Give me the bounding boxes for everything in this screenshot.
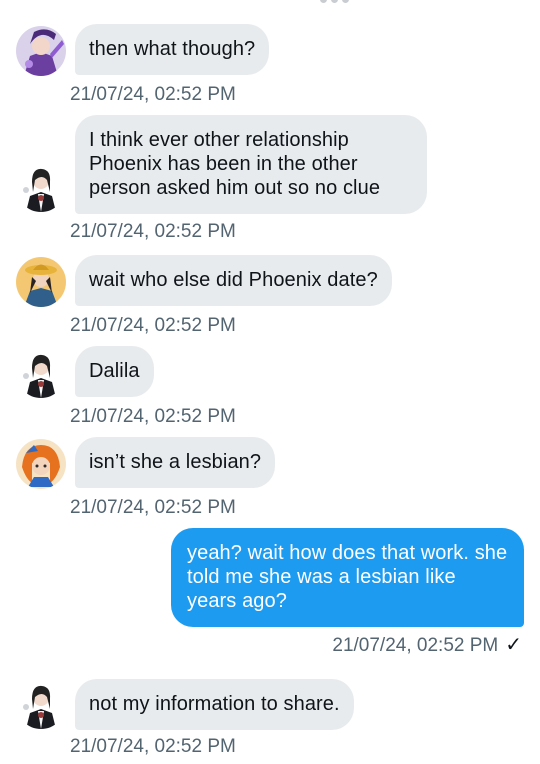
message-timestamp: 21/07/24, 02:52 PM [70, 406, 236, 427]
dark-haired-character-avatar[interactable] [16, 679, 66, 729]
dark-haired-character-avatar[interactable] [16, 162, 66, 212]
timestamp-text: 21/07/24, 02:52 PM [332, 635, 499, 656]
dark-haired-character-avatar[interactable] [16, 348, 66, 398]
message-bubble[interactable]: not my information to share. [75, 679, 354, 730]
message-timestamp: 21/07/24, 02:52 PM [70, 221, 236, 242]
message-timestamp: 21/07/24, 02:52 PM ✓ [332, 632, 522, 657]
message-bubble[interactable]: I think ever other relationship Phoenix … [75, 115, 427, 214]
cropped-previous-item [0, 0, 540, 6]
message-timestamp: 21/07/24, 02:52 PM [70, 84, 236, 105]
read-check-icon: ✓ [505, 634, 522, 656]
message-timestamp: 21/07/24, 02:52 PM [70, 736, 236, 757]
message-bubble[interactable]: wait who else did Phoenix date? [75, 255, 392, 306]
message-timestamp: 21/07/24, 02:52 PM [70, 497, 236, 518]
orange-haired-character-avatar[interactable] [16, 439, 66, 489]
message-bubble[interactable]: isn’t she a lesbian? [75, 437, 276, 488]
message-timestamp: 21/07/24, 02:52 PM [70, 315, 236, 336]
message-bubble[interactable]: Dalila [75, 346, 154, 397]
message-bubble[interactable]: yeah? wait how does that work. she told … [171, 528, 524, 627]
message-bubble[interactable]: then what though? [75, 24, 270, 75]
purple-character-avatar[interactable] [16, 26, 66, 76]
yellow-hat-character-avatar[interactable] [16, 257, 66, 307]
